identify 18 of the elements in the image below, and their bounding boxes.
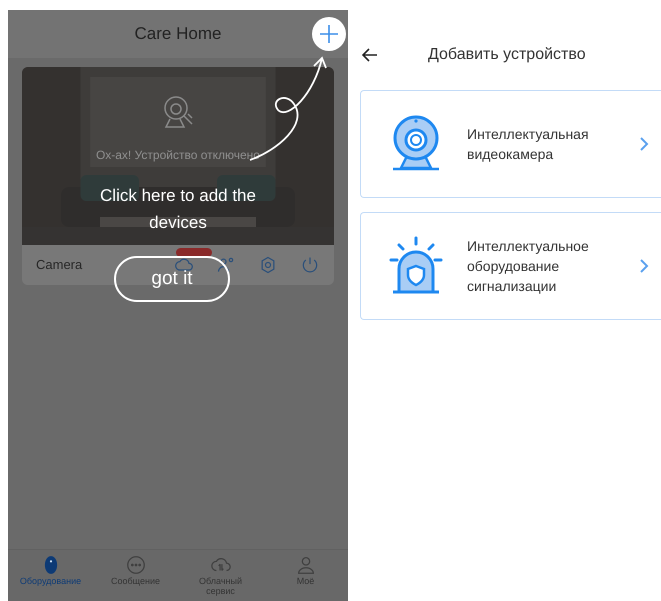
guide-hint: Click here to add the devices <box>99 185 257 234</box>
device-type-label: Интеллектуальная видеокамера <box>467 125 590 164</box>
chat-icon <box>124 554 146 576</box>
chevron-right-icon <box>640 259 649 273</box>
got-it-button[interactable]: got it <box>114 256 230 302</box>
device-type-card[interactable]: Интеллектуальная видеокамера <box>360 90 661 198</box>
page-title: Добавить устройство <box>428 45 586 65</box>
alarm-light-icon <box>387 236 445 296</box>
tab-item[interactable]: Оборудование <box>8 550 93 601</box>
device-type-card[interactable]: Интеллектуальное оборудование сигнализации <box>360 212 661 320</box>
screen-title: Care Home <box>134 23 222 46</box>
offline-message: Ох-ах! Устройство отключено <box>96 147 260 164</box>
notification-badge <box>176 248 212 257</box>
device-type-label: Интеллектуальное оборудование сигнализации <box>467 237 590 296</box>
device-name: Camera <box>36 256 84 274</box>
chevron-right-icon <box>640 137 649 151</box>
back-arrow-icon[interactable] <box>362 48 378 62</box>
plus-icon <box>319 24 339 44</box>
